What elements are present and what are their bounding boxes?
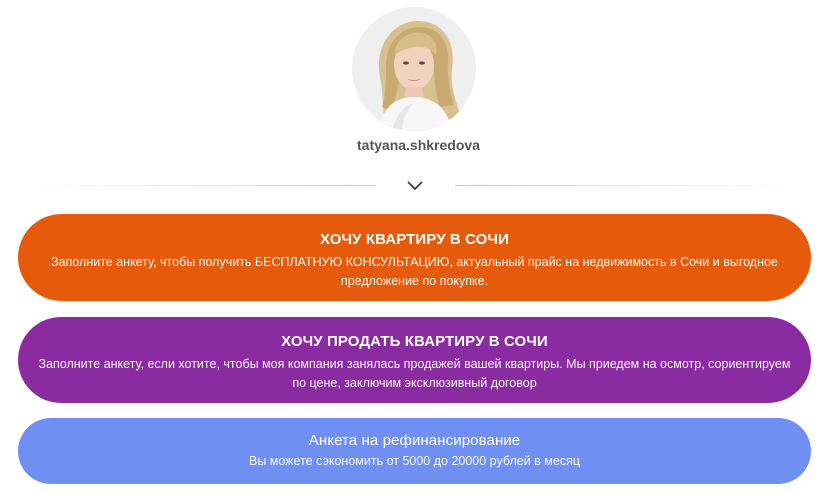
page: tatyana.shkredova ХОЧУ КВАРТИРУ В СОЧИ З… (0, 0, 837, 492)
card-title: ХОЧУ КВАРТИРУ В СОЧИ (320, 231, 509, 248)
card-description: Заполните анкету, если хотите, чтобы моя… (38, 357, 791, 390)
profile-photo-icon (352, 7, 476, 131)
username: tatyana.shkredova (357, 137, 480, 153)
card-title: ХОЧУ ПРОДАТЬ КВАРТИРУ В СОЧИ (281, 333, 548, 350)
divider-right (455, 185, 800, 186)
refinancing-button[interactable]: Анкета на рефинансирование Вы можете сэк… (18, 418, 811, 484)
chevron-down-icon[interactable] (405, 178, 425, 192)
card-title: Анкета на рефинансирование (308, 432, 521, 449)
sell-apartment-button[interactable]: ХОЧУ ПРОДАТЬ КВАРТИРУ В СОЧИ Заполните а… (18, 317, 811, 403)
avatar[interactable] (352, 7, 476, 131)
card-description: Вы можете сэкономить от 5000 до 20000 ру… (248, 454, 581, 468)
card-description: Заполните анкету, чтобы получить БЕСПЛАТ… (51, 255, 778, 288)
buy-apartment-button[interactable]: ХОЧУ КВАРТИРУ В СОЧИ Заполните анкету, ч… (18, 214, 811, 301)
divider-left (30, 185, 375, 186)
